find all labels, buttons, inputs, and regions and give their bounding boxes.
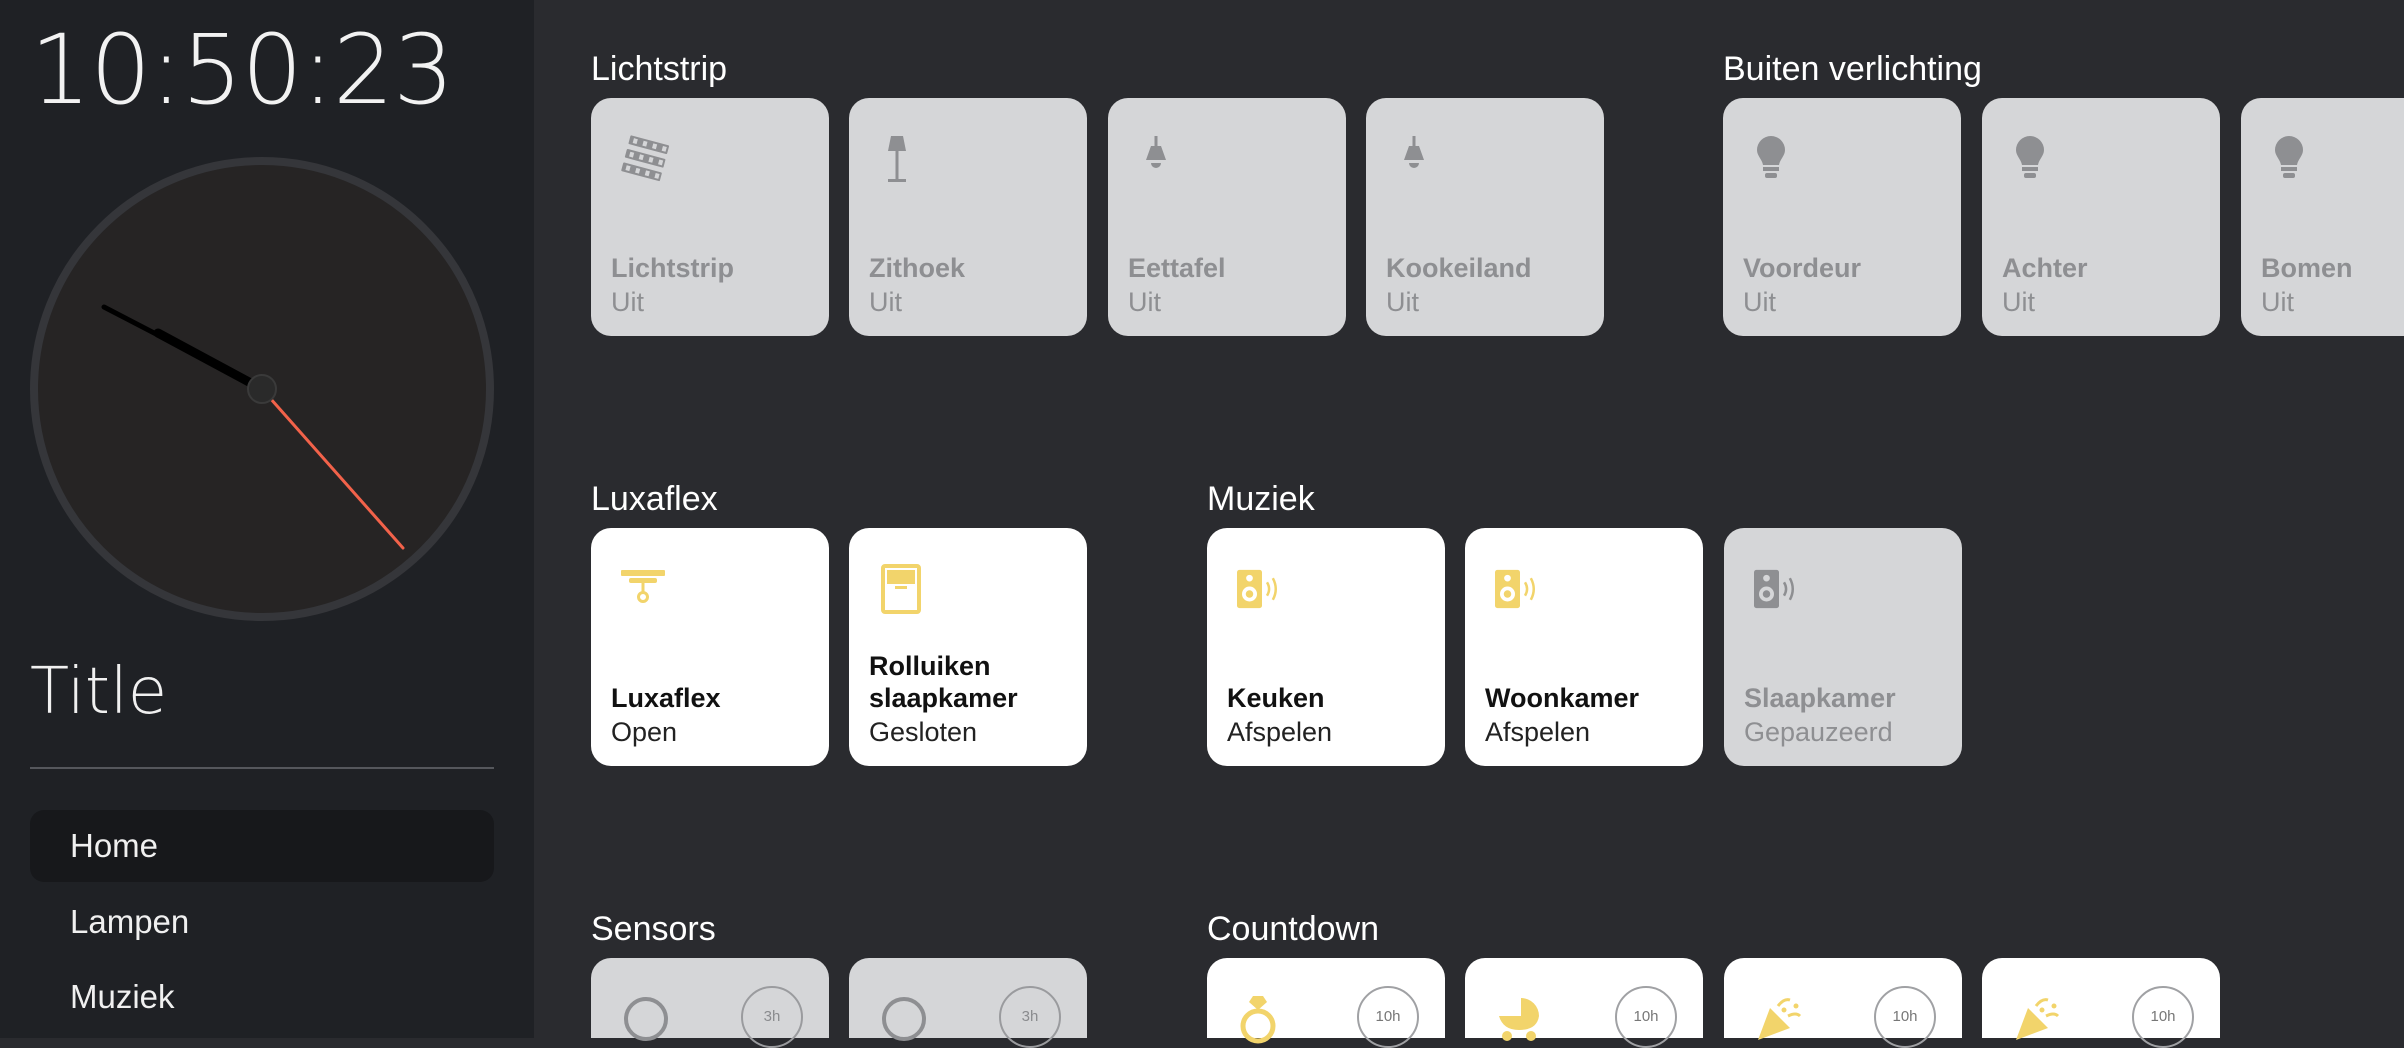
tile-countdown[interactable]: 10h: [1465, 958, 1703, 1048]
ring-icon: [1240, 996, 1276, 1044]
tile-countdown[interactable]: 10h: [1207, 958, 1445, 1048]
tile-rolluiken-slaapkamer[interactable]: Rolluiken slaapkamer Gesloten: [849, 528, 1087, 766]
tile-lichtstrip[interactable]: Lichtstrip Uit: [591, 98, 829, 336]
speaker-icon: [1495, 569, 1535, 609]
bulb-icon: [2016, 136, 2044, 178]
tile-state: Uit: [869, 287, 902, 317]
tile-countdown[interactable]: 10h: [1724, 958, 1962, 1048]
tile-name: Zithoek: [869, 253, 966, 283]
bulb-icon: [2275, 136, 2303, 178]
tile-state: Gesloten: [869, 717, 978, 747]
tile-luxaflex[interactable]: Luxaflex Open: [591, 528, 829, 766]
timer-badge: 10h: [1357, 986, 1419, 1048]
tile-state: Uit: [2261, 287, 2294, 317]
tile-keuken[interactable]: Keuken Afspelen: [1207, 528, 1445, 766]
tile-state: Uit: [1743, 287, 1776, 317]
section-title-buiten: Buiten verlichting: [1723, 50, 1982, 88]
tile-kookeiland[interactable]: Kookeiland Uit: [1366, 98, 1604, 336]
nav-item-lampen[interactable]: Lampen: [30, 886, 494, 958]
nav-item-home[interactable]: Home: [30, 810, 494, 882]
tile-state: Gepauzeerd: [1744, 717, 1893, 747]
ceiling-light-icon: [1404, 136, 1424, 168]
party-popper-icon: [1758, 998, 1802, 1040]
tile-voordeur[interactable]: Voordeur Uit: [1723, 98, 1961, 336]
timer-badge: 3h: [741, 986, 803, 1048]
timer-badge: 10h: [2132, 986, 2194, 1048]
tile-state: Uit: [1386, 287, 1419, 317]
section-title-sensors: Sensors: [591, 910, 716, 948]
section-title-lichtstrip: Lichtstrip: [591, 50, 728, 88]
tile-state: Afspelen: [1485, 717, 1591, 747]
tile-state: Open: [611, 717, 678, 747]
tile-name: Lichtstrip: [611, 253, 735, 283]
sidebar-divider: [30, 767, 494, 769]
tile-name: Bomen: [2261, 253, 2353, 283]
section-title-muziek: Muziek: [1207, 480, 1315, 518]
tile-sensor[interactable]: 3h: [591, 958, 829, 1048]
circle-outline-icon: [882, 997, 926, 1041]
tile-woonkamer[interactable]: Woonkamer Afspelen: [1465, 528, 1703, 766]
baby-carriage-icon: [1499, 998, 1539, 1041]
sidebar: 10:50:23 Title Home Lampen Muziek: [0, 0, 534, 1038]
tile-slaapkamer[interactable]: Slaapkamer Gepauzeerd: [1724, 528, 1962, 766]
nav-item-muziek[interactable]: Muziek: [30, 961, 494, 1033]
speaker-icon: [1754, 569, 1794, 609]
tile-name: Achter: [2002, 253, 2088, 283]
timer-badge: 10h: [1874, 986, 1936, 1048]
tile-name: Slaapkamer: [1744, 683, 1896, 713]
sidebar-title: Title: [30, 655, 168, 729]
analog-clock: [30, 157, 494, 621]
tile-name: Voordeur: [1743, 253, 1862, 283]
section-title-luxaflex: Luxaflex: [591, 480, 718, 518]
tile-state: Uit: [1128, 287, 1161, 317]
timer-badge: 3h: [999, 986, 1061, 1048]
speaker-icon: [1237, 569, 1277, 609]
bulb-icon: [1757, 136, 1785, 178]
shutter-closed-icon: [881, 564, 921, 614]
blinds-open-icon: [621, 570, 665, 603]
tile-countdown[interactable]: 10h: [1982, 958, 2220, 1048]
tile-name: Luxaflex: [611, 683, 721, 713]
tile-name: Kookeiland: [1386, 253, 1532, 283]
digital-clock: 10:50:23: [30, 14, 454, 126]
tile-state: Uit: [611, 287, 644, 317]
tile-achter[interactable]: Achter Uit: [1982, 98, 2220, 336]
section-title-countdown: Countdown: [1207, 910, 1380, 948]
tile-state: Afspelen: [1227, 717, 1333, 747]
tile-name: Eettafel: [1128, 253, 1226, 283]
tile-zithoek[interactable]: Zithoek Uit: [849, 98, 1087, 336]
ceiling-light-icon: [1146, 136, 1166, 168]
floor-lamp-icon: [888, 136, 906, 182]
party-popper-icon: [2016, 998, 2060, 1040]
led-strip-icon: [621, 135, 670, 182]
tile-name: Keuken: [1227, 683, 1325, 713]
tile-eettafel[interactable]: Eettafel Uit: [1108, 98, 1346, 336]
tile-sensor[interactable]: 3h: [849, 958, 1087, 1048]
tile-state: Uit: [2002, 287, 2035, 317]
circle-outline-icon: [624, 997, 668, 1041]
tile-name: Rolluiken slaapkamer: [869, 651, 1018, 713]
tile-name: Woonkamer: [1485, 683, 1640, 713]
tile-bomen[interactable]: Bomen Uit: [2241, 98, 2404, 336]
timer-badge: 10h: [1615, 986, 1677, 1048]
